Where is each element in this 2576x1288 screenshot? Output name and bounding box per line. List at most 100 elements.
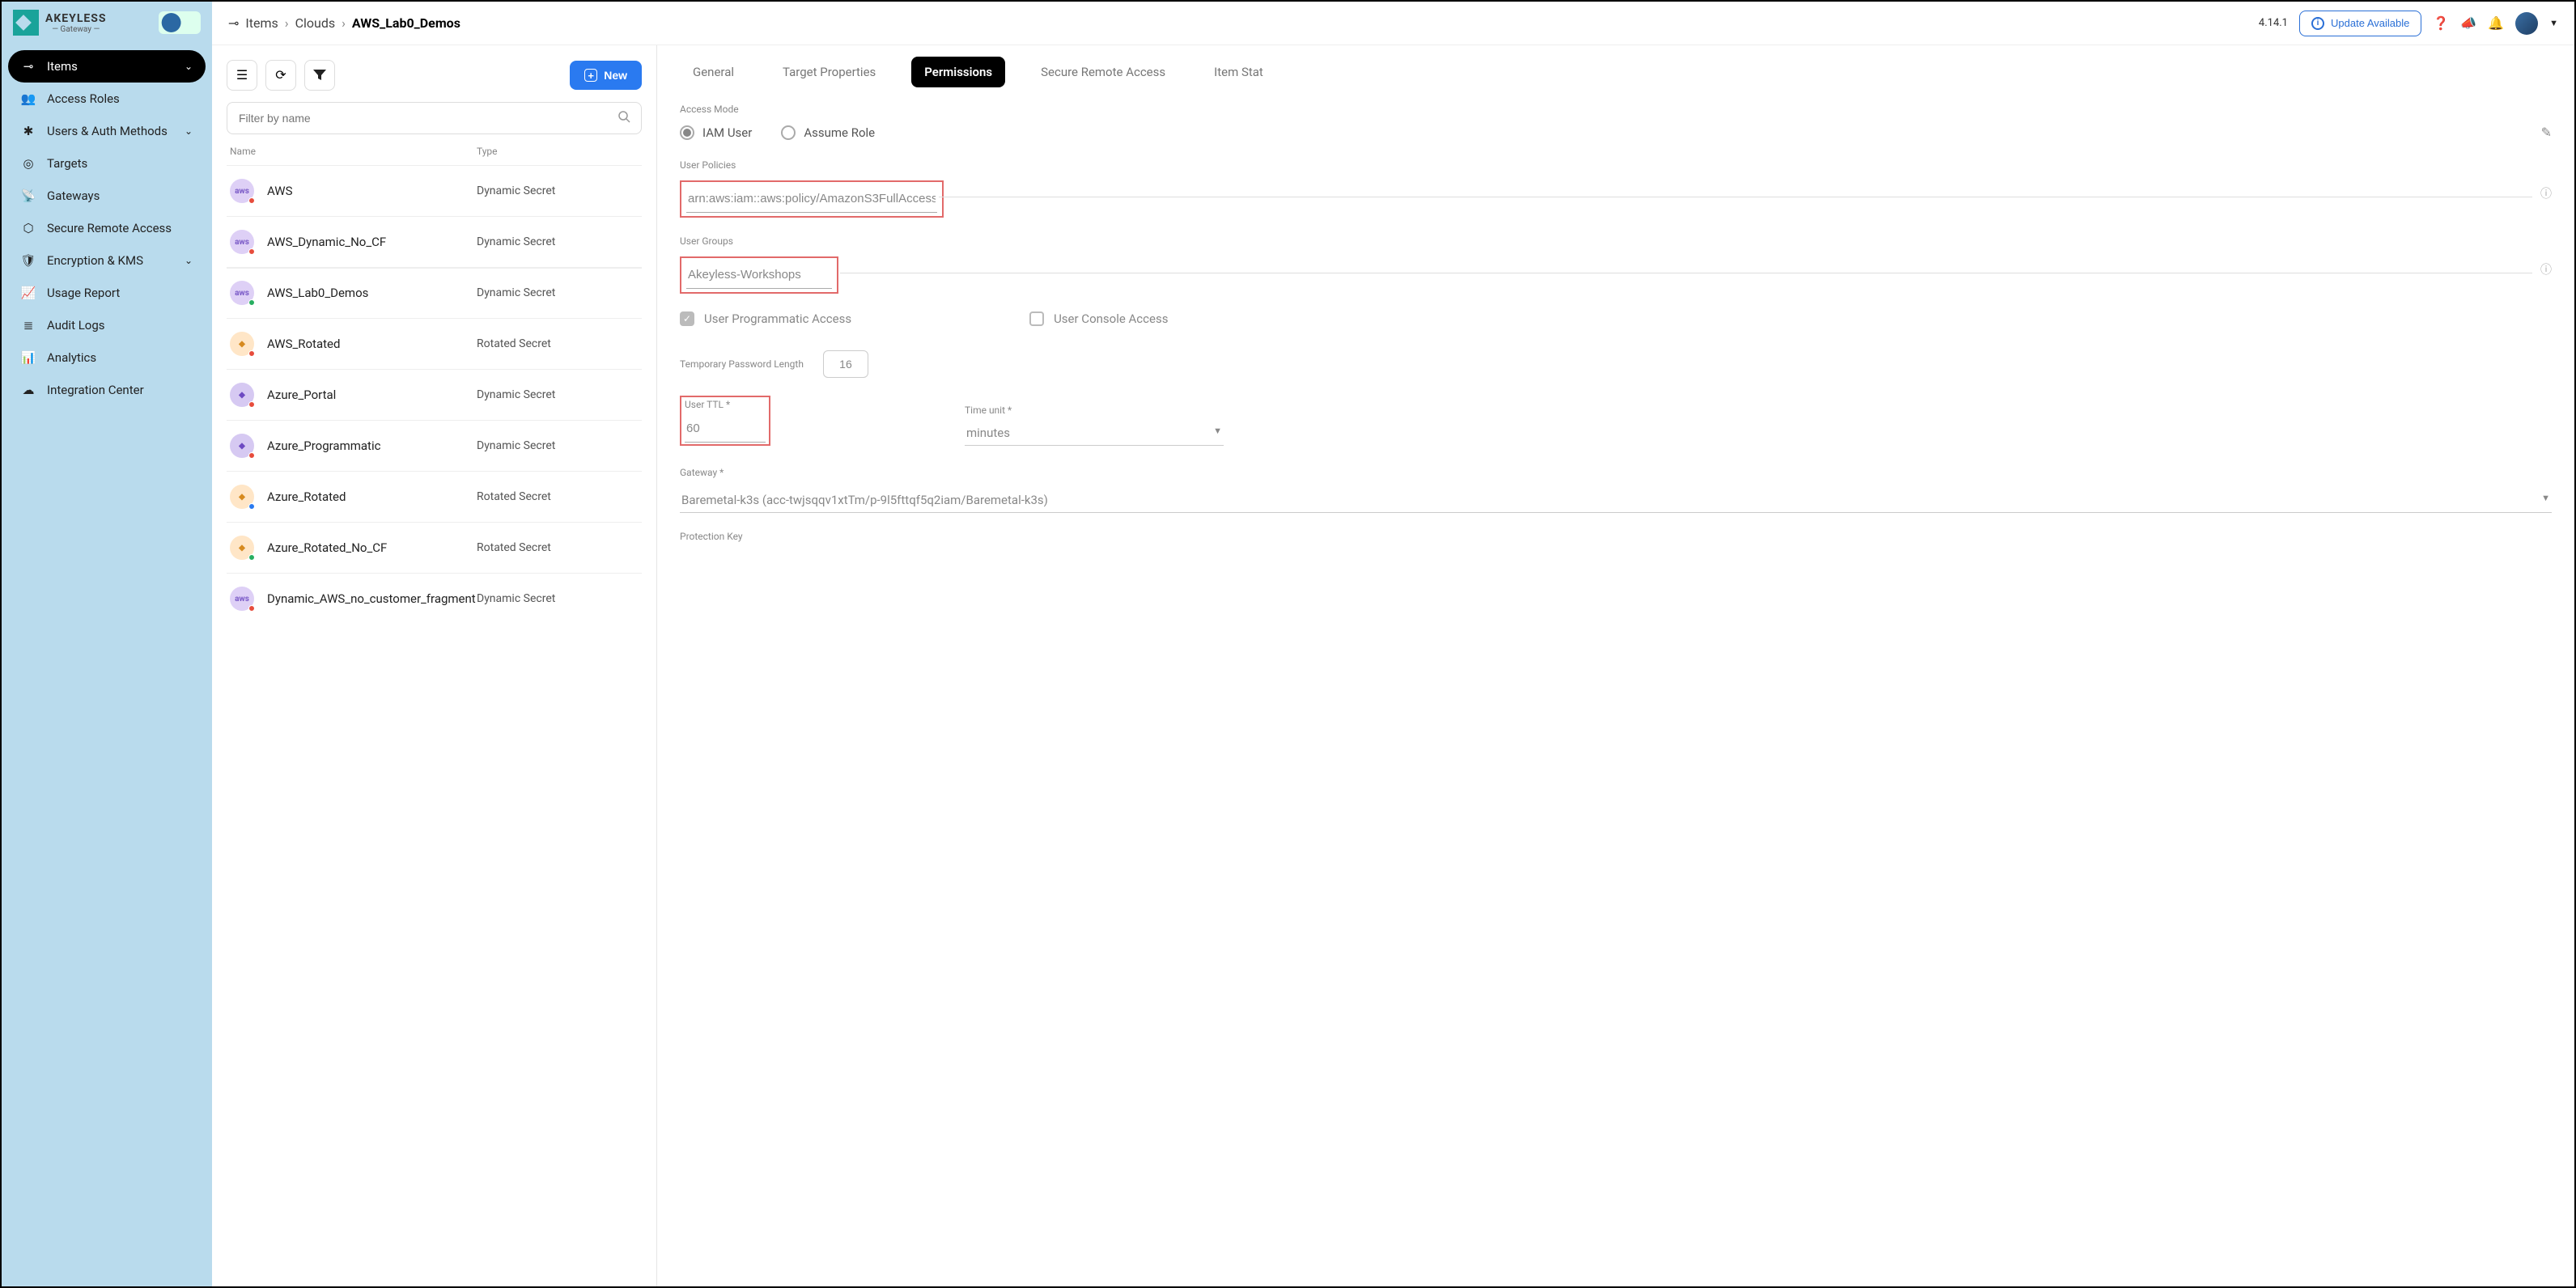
- radio-assume-role[interactable]: Assume Role: [781, 125, 875, 140]
- nav-icon: ⬡: [21, 221, 36, 235]
- status-dot: [248, 197, 255, 204]
- update-label: Update Available: [2331, 17, 2409, 29]
- radio-off-icon: [781, 125, 796, 140]
- chevron-down-icon: ▼: [1213, 426, 1222, 440]
- row-type: Rotated Secret: [477, 490, 639, 503]
- partner-logo: [159, 11, 201, 34]
- nav-label: Audit Logs: [47, 318, 105, 333]
- nav-label: Items: [47, 59, 78, 74]
- info-icon[interactable]: ⓘ: [2540, 261, 2552, 278]
- list-view-button[interactable]: ☰: [227, 60, 257, 91]
- checkbox-on-icon: ✓: [680, 311, 694, 326]
- table-row[interactable]: ◆ Azure_Rotated Rotated Secret: [227, 471, 642, 522]
- update-available-button[interactable]: i Update Available: [2299, 11, 2421, 36]
- row-name: AWS_Dynamic_No_CF: [267, 235, 477, 249]
- tab-general[interactable]: General: [680, 57, 747, 87]
- sidebar-item-users-auth-methods[interactable]: ✱ Users & Auth Methods ⌄: [8, 115, 206, 147]
- avatar-chevron-icon[interactable]: ▼: [2549, 18, 2558, 28]
- sidebar-item-targets[interactable]: ◎ Targets: [8, 147, 206, 180]
- user-policies-input[interactable]: [686, 185, 937, 213]
- gateway-value: Baremetal-k3s (acc-twjsqqv1xtTm/p-9l5ftt…: [681, 493, 1048, 507]
- announce-icon[interactable]: 📣: [2460, 15, 2476, 31]
- help-icon[interactable]: ❓: [2433, 15, 2449, 31]
- row-icon: aws: [230, 587, 254, 611]
- nav-icon: ◎: [21, 156, 36, 171]
- protection-key-label: Protection Key: [680, 531, 2552, 542]
- assume-role-label: Assume Role: [804, 125, 875, 140]
- nav-label: Analytics: [47, 350, 96, 365]
- radio-iam-user[interactable]: IAM User: [680, 125, 752, 140]
- user-ttl-input[interactable]: [685, 415, 766, 443]
- filter-button[interactable]: [304, 60, 335, 91]
- check-programmatic-access[interactable]: ✓ User Programmatic Access: [680, 311, 851, 326]
- table-row[interactable]: aws Dynamic_AWS_no_customer_fragment Dyn…: [227, 573, 642, 624]
- gateway-select[interactable]: Baremetal-k3s (acc-twjsqqv1xtTm/p-9l5ftt…: [680, 488, 2552, 513]
- detail-panel: General Target Properties Permissions Secur…: [657, 45, 2574, 1286]
- sidebar-item-access-roles[interactable]: 👥 Access Roles: [8, 83, 206, 115]
- table-row[interactable]: ◆ Azure_Rotated_No_CF Rotated Secret: [227, 522, 642, 573]
- info-icon[interactable]: ⓘ: [2540, 185, 2552, 201]
- table-row[interactable]: ◆ Azure_Portal Dynamic Secret: [227, 369, 642, 420]
- user-ttl-label: User TTL *: [685, 399, 766, 410]
- table-row[interactable]: aws AWS Dynamic Secret: [227, 165, 642, 216]
- chevron-down-icon: ⌄: [185, 61, 193, 72]
- crumb-items[interactable]: Items: [245, 15, 278, 31]
- tab-target-properties[interactable]: Target Properties: [770, 57, 889, 87]
- list-panel: ☰ ⟳ + New Name Type: [212, 45, 657, 1286]
- row-name: Dynamic_AWS_no_customer_fragment: [267, 591, 477, 606]
- sidebar-item-secure-remote-access[interactable]: ⬡ Secure Remote Access: [8, 212, 206, 244]
- row-type: Dynamic Secret: [477, 184, 639, 197]
- temp-pw-input[interactable]: [823, 350, 868, 378]
- time-unit-value: minutes: [966, 426, 1010, 440]
- table-row[interactable]: aws AWS_Lab0_Demos Dynamic Secret: [227, 267, 642, 318]
- console-access-label: User Console Access: [1054, 311, 1168, 326]
- row-name: Azure_Programmatic: [267, 439, 477, 453]
- row-icon: aws: [230, 179, 254, 203]
- sidebar-item-encryption-kms[interactable]: 🛡 Encryption & KMS ⌄: [8, 244, 206, 277]
- time-unit-select[interactable]: minutes ▼: [965, 421, 1224, 446]
- tab-secure-remote-access[interactable]: Secure Remote Access: [1028, 57, 1178, 87]
- bell-icon[interactable]: 🔔: [2488, 15, 2504, 31]
- row-icon: aws: [230, 230, 254, 254]
- tab-item-stat[interactable]: Item Stat: [1201, 57, 1276, 87]
- chevron-down-icon: ▼: [2541, 493, 2550, 507]
- sidebar-item-audit-logs[interactable]: ≣ Audit Logs: [8, 309, 206, 341]
- pencil-icon[interactable]: ✎: [2541, 125, 2552, 140]
- filter-input[interactable]: [227, 102, 642, 134]
- user-groups-input[interactable]: [686, 261, 832, 289]
- chevron-down-icon: ⌄: [185, 125, 193, 137]
- radio-on-icon: [680, 125, 694, 140]
- nav-label: Secure Remote Access: [47, 221, 172, 235]
- row-icon: ◆: [230, 383, 254, 407]
- nav-icon: ⊸: [21, 59, 36, 74]
- nav-icon: ☁: [21, 383, 36, 397]
- row-icon: ◆: [230, 332, 254, 356]
- row-type: Rotated Secret: [477, 541, 639, 554]
- refresh-button[interactable]: ⟳: [265, 60, 296, 91]
- sidebar-item-integration-center[interactable]: ☁ Integration Center: [8, 374, 206, 406]
- sidebar: AKEYLESS — Gateway — ⊸ Items ⌄👥 Access R…: [2, 2, 212, 1286]
- sidebar-item-gateways[interactable]: 📡 Gateways: [8, 180, 206, 212]
- status-dot: [248, 554, 255, 561]
- sidebar-item-usage-report[interactable]: 📈 Usage Report: [8, 277, 206, 309]
- table-row[interactable]: ◆ Azure_Programmatic Dynamic Secret: [227, 420, 642, 471]
- check-console-access[interactable]: User Console Access: [1029, 311, 1168, 326]
- row-type: Dynamic Secret: [477, 235, 639, 248]
- sidebar-item-analytics[interactable]: 📊 Analytics: [8, 341, 206, 374]
- sidebar-item-items[interactable]: ⊸ Items ⌄: [8, 50, 206, 83]
- tab-permissions[interactable]: Permissions: [911, 57, 1005, 87]
- nav-icon: 🛡: [21, 253, 36, 268]
- tabs: General Target Properties Permissions Secur…: [680, 57, 2552, 87]
- row-icon: ◆: [230, 536, 254, 560]
- row-name: AWS_Rotated: [267, 337, 477, 351]
- table-row[interactable]: aws AWS_Dynamic_No_CF Dynamic Secret: [227, 216, 642, 267]
- row-type: Rotated Secret: [477, 337, 639, 350]
- avatar[interactable]: [2515, 12, 2538, 35]
- table-row[interactable]: ◆ AWS_Rotated Rotated Secret: [227, 318, 642, 369]
- gateway-label: Gateway *: [680, 467, 2552, 478]
- nav-icon: 📡: [21, 189, 36, 203]
- new-button[interactable]: + New: [570, 61, 642, 90]
- crumb-clouds[interactable]: Clouds: [295, 15, 336, 31]
- brand-name: AKEYLESS: [45, 12, 107, 25]
- status-dot: [248, 503, 255, 510]
